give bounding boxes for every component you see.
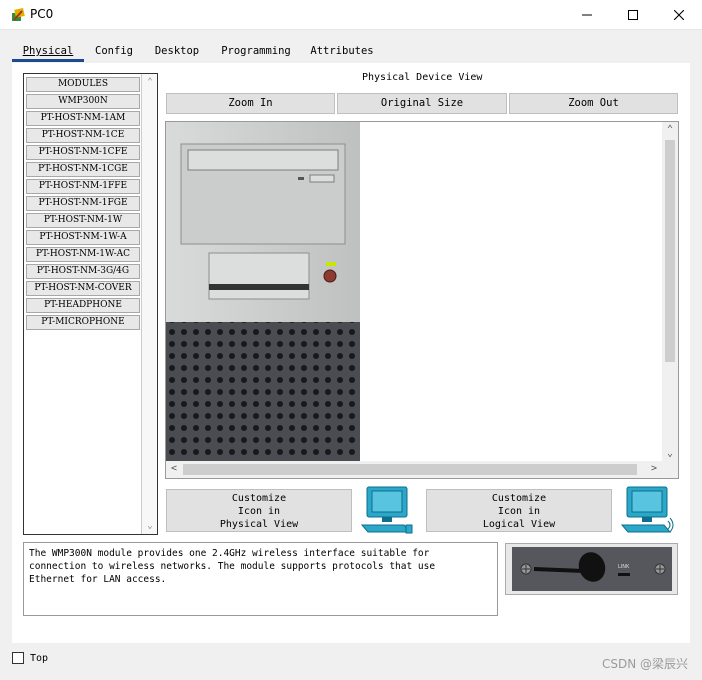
power-button[interactable] — [323, 269, 337, 283]
module-item[interactable]: WMP300N — [26, 94, 140, 109]
maximize-button[interactable] — [610, 0, 656, 30]
device-view-hscroll[interactable]: < > — [166, 461, 678, 478]
module-item[interactable]: PT-HOST-NM-1FFE — [26, 179, 140, 194]
pc-chassis-image — [166, 122, 360, 462]
packet-tracer-icon — [12, 8, 25, 21]
module-item[interactable]: PT-HOST-NM-1CFE — [26, 145, 140, 160]
maximize-icon — [628, 10, 638, 20]
scroll-down-icon[interactable]: ⌄ — [145, 521, 155, 531]
device-view-canvas[interactable]: ⌃ ⌄ < > — [165, 121, 679, 479]
scroll-up-icon[interactable]: ⌃ — [145, 77, 155, 87]
tab-physical[interactable]: Physical — [12, 40, 84, 62]
watermark: CSDN @梁辰兴 — [601, 657, 688, 671]
scroll-down-icon[interactable]: ⌄ — [662, 446, 678, 462]
module-card-graphic: LINK — [512, 547, 672, 591]
customize-physical-icon-button[interactable]: Customize Icon in Physical View — [166, 489, 352, 532]
top-checkbox[interactable] — [12, 652, 24, 664]
module-item[interactable]: PT-MICROPHONE — [26, 315, 140, 330]
pc-logical-icon — [620, 486, 674, 533]
module-item[interactable]: PT-HOST-NM-1W-AC — [26, 247, 140, 262]
original-size-button[interactable]: Original Size — [337, 93, 507, 114]
pc-physical-icon — [360, 486, 413, 534]
title-bar: PC0 — [0, 0, 702, 30]
module-item[interactable]: PT-HOST-NM-1CGE — [26, 162, 140, 177]
module-list-scrollbar[interactable]: ⌃ ⌄ — [141, 74, 157, 534]
module-item[interactable]: PT-HOST-NM-1W-A — [26, 230, 140, 245]
module-description: The WMP300N module provides one 2.4GHz w… — [23, 542, 498, 616]
close-icon — [674, 10, 684, 20]
scroll-left-icon[interactable]: < — [166, 461, 182, 477]
close-button[interactable] — [656, 0, 702, 30]
module-item[interactable]: PT-HOST-NM-3G/4G — [26, 264, 140, 279]
module-item[interactable]: PT-HOST-NM-COVER — [26, 281, 140, 296]
module-list: MODULES WMP300N PT-HOST-NM-1AM PT-HOST-N… — [23, 73, 158, 535]
link-label: LINK — [618, 564, 630, 570]
scroll-up-icon[interactable]: ⌃ — [662, 122, 678, 138]
tab-desktop[interactable]: Desktop — [147, 40, 207, 62]
zoom-out-button[interactable]: Zoom Out — [509, 93, 678, 114]
scroll-right-icon[interactable]: > — [646, 461, 662, 477]
module-header: MODULES — [26, 77, 140, 92]
tab-attributes[interactable]: Attributes — [305, 40, 379, 62]
device-view-vscroll[interactable]: ⌃ ⌄ — [662, 122, 678, 462]
wmp300n-module-image: LINK — [505, 543, 678, 595]
tab-programming[interactable]: Programming — [216, 40, 296, 62]
physical-panel: MODULES WMP300N PT-HOST-NM-1AM PT-HOST-N… — [12, 63, 690, 643]
vscroll-thumb[interactable] — [665, 140, 675, 362]
minimize-button[interactable] — [564, 0, 610, 30]
top-checkbox-label: Top — [30, 653, 49, 664]
physical-device-view-label: Physical Device View — [362, 72, 483, 83]
module-item[interactable]: PT-HOST-NM-1AM — [26, 111, 140, 126]
hscroll-thumb[interactable] — [183, 464, 637, 475]
zoom-in-button[interactable]: Zoom In — [166, 93, 335, 114]
customize-logical-icon-button[interactable]: Customize Icon in Logical View — [426, 489, 612, 532]
module-item[interactable]: PT-HOST-NM-1CE — [26, 128, 140, 143]
module-item[interactable]: PT-HOST-NM-1W — [26, 213, 140, 228]
minimize-icon — [582, 14, 592, 16]
window-title: PC0 — [30, 7, 54, 21]
tab-config[interactable]: Config — [87, 40, 141, 62]
module-item[interactable]: PT-HOST-NM-1FGE — [26, 196, 140, 211]
power-led — [326, 262, 336, 266]
module-item[interactable]: PT-HEADPHONE — [26, 298, 140, 313]
